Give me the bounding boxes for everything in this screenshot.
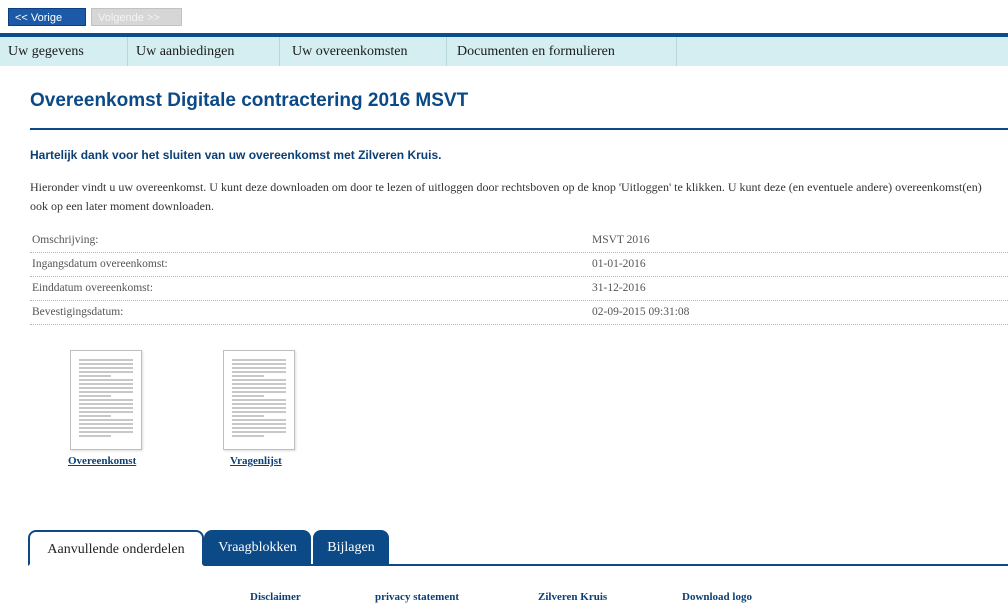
main-menu: Uw gegevens Uw aanbiedingen Uw overeenko… [0, 33, 1008, 66]
document-text-line [79, 435, 112, 437]
document-text-line [79, 395, 112, 397]
tab-bijlagen[interactable]: Bijlagen [313, 530, 389, 566]
download-vragenlijst-link[interactable]: Vragenlijst [230, 455, 282, 467]
document-text-line [79, 411, 133, 413]
detail-row: Omschrijving: MSVT 2016 [30, 230, 1008, 253]
detail-row: Ingangsdatum overeenkomst: 01-01-2016 [30, 254, 1008, 277]
document-text-line [232, 383, 286, 385]
menu-item-uw-gegevens[interactable]: Uw gegevens [0, 37, 128, 66]
document-text-line [79, 431, 133, 433]
document-text-line [79, 383, 133, 385]
detail-label: Einddatum overeenkomst: [32, 282, 154, 294]
document-text-line [232, 391, 286, 393]
document-text-line [232, 375, 265, 377]
download-overeenkomst-link[interactable]: Overeenkomst [68, 455, 136, 467]
document-text-line [232, 395, 265, 397]
detail-label: Omschrijving: [32, 234, 99, 246]
document-text-line [79, 427, 133, 429]
document-text-line [79, 415, 112, 417]
next-button: Volgende >> [91, 8, 182, 26]
document-text-line [79, 419, 133, 421]
document-text-line [79, 363, 133, 365]
intro-text: Hieronder vindt u uw overeenkomst. U kun… [30, 180, 982, 213]
document-text-line [232, 359, 286, 361]
thanks-heading: Hartelijk dank voor het sluiten van uw o… [30, 148, 442, 162]
document-text-line [232, 411, 286, 413]
document-text-line [232, 423, 286, 425]
document-text-line [232, 367, 286, 369]
document-text-line [79, 403, 133, 405]
detail-row: Einddatum overeenkomst: 31-12-2016 [30, 278, 1008, 301]
footer-link-privacy-statement[interactable]: privacy statement [375, 591, 459, 603]
document-thumbnail-vragenlijst[interactable] [223, 350, 295, 450]
document-text-line [232, 435, 265, 437]
menu-item-documenten-en-formulieren[interactable]: Documenten en formulieren [447, 37, 677, 66]
detail-label: Ingangsdatum overeenkomst: [32, 258, 168, 270]
document-text-line [79, 379, 133, 381]
footer-link-download-logo[interactable]: Download logo [682, 591, 752, 603]
detail-value: 01-01-2016 [592, 258, 646, 270]
document-text-line [232, 427, 286, 429]
document-thumbnail-overeenkomst[interactable] [70, 350, 142, 450]
document-text-line [232, 363, 286, 365]
detail-value: 02-09-2015 09:31:08 [592, 306, 690, 318]
tab-aanvullende-onderdelen[interactable]: Aanvullende onderdelen [28, 530, 204, 566]
document-text-line [232, 387, 286, 389]
document-text-line [79, 423, 133, 425]
detail-value: MSVT 2016 [592, 234, 650, 246]
previous-button[interactable]: << Vorige [8, 8, 86, 26]
tab-vraagblokken[interactable]: Vraagblokken [204, 530, 311, 566]
document-text-line [79, 359, 133, 361]
document-text-line [79, 399, 133, 401]
document-text-line [79, 407, 133, 409]
document-text-line [232, 415, 265, 417]
detail-value: 31-12-2016 [592, 282, 646, 294]
document-text-line [79, 387, 133, 389]
document-text-line [232, 407, 286, 409]
document-text-line [232, 419, 286, 421]
page-title: Overeenkomst Digitale contractering 2016… [30, 90, 469, 111]
document-preview-icon [79, 359, 133, 439]
document-preview-icon [232, 359, 286, 439]
document-text-line [232, 399, 286, 401]
title-divider [30, 128, 1008, 130]
document-text-line [79, 367, 133, 369]
footer-link-disclaimer[interactable]: Disclaimer [250, 591, 301, 603]
document-text-line [232, 403, 286, 405]
menu-item-uw-aanbiedingen[interactable]: Uw aanbiedingen [128, 37, 280, 66]
detail-row: Bevestigingsdatum: 02-09-2015 09:31:08 [30, 302, 1008, 325]
footer-link-zilveren-kruis[interactable]: Zilveren Kruis [538, 591, 607, 603]
detail-label: Bevestigingsdatum: [32, 306, 124, 318]
document-text-line [232, 431, 286, 433]
menu-item-uw-overeenkomsten[interactable]: Uw overeenkomsten [280, 37, 447, 66]
document-text-line [79, 391, 133, 393]
document-text-line [79, 375, 112, 377]
document-text-line [232, 371, 286, 373]
document-text-line [79, 371, 133, 373]
document-text-line [232, 379, 286, 381]
